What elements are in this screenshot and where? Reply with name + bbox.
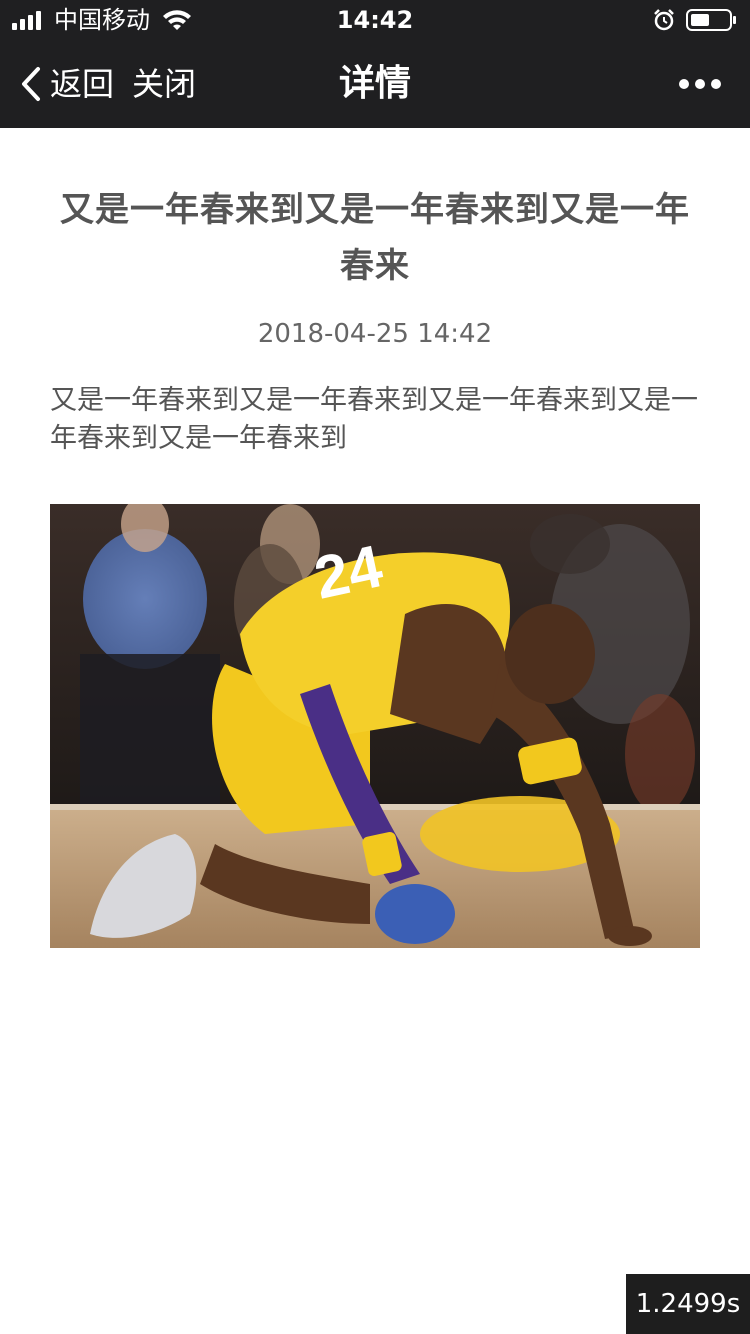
battery-icon <box>686 9 736 31</box>
timing-badge: 1.2499s <box>626 1274 750 1334</box>
article-date: 2018-04-25 14:42 <box>257 319 493 349</box>
page-title: 详情 <box>338 63 411 104</box>
article-title: 又是一年春来到又是一年春来到又是一年春来 <box>60 190 690 286</box>
top-bar: 中国移动 14:42 返回 关闭 详情 <box>0 0 750 128</box>
article-photo[interactable]: 24 <box>50 504 700 948</box>
nav-bar: 返回 关闭 详情 <box>0 40 750 128</box>
article-body: 又是一年春来到又是一年春来到又是一年春来到又是一年春来到又是一年春来到 <box>50 385 698 454</box>
more-icon[interactable] <box>676 68 724 100</box>
alarm-icon <box>654 9 674 31</box>
basketball-player-image: 24 <box>50 504 700 948</box>
status-bar: 中国移动 14:42 <box>0 0 750 40</box>
status-time: 14:42 <box>336 6 414 34</box>
